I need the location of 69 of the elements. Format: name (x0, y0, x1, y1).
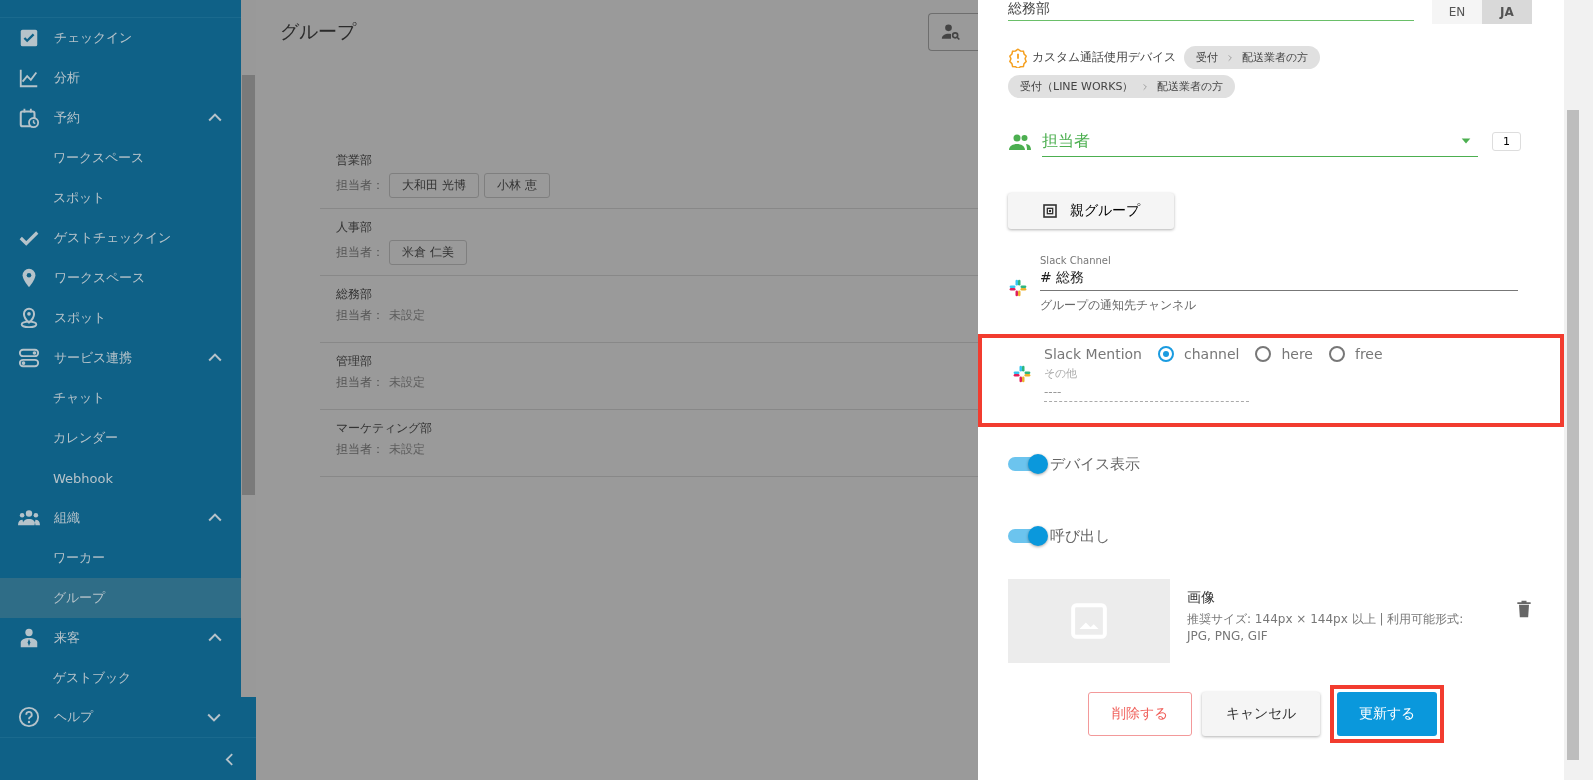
item-label: 来客 (54, 629, 81, 647)
item-label: スポット (54, 309, 107, 327)
cancel-button[interactable]: キャンセル (1202, 692, 1320, 736)
assignee-chip: 小林 恵 (483, 173, 550, 198)
assignee-label: 担当者： (336, 307, 384, 324)
assignee-chip: 大和田 光博 (389, 173, 479, 198)
assignee-label: 担当者： (336, 441, 384, 458)
toggle-label: デバイス表示 (1050, 454, 1140, 474)
language-button[interactable]: EN (1432, 0, 1482, 24)
chip-text: 受付（LINE WORKS） (1020, 79, 1134, 94)
page-title: グループ (280, 19, 356, 44)
select-label: 担当者 (1042, 130, 1090, 152)
group-name: マーケティング部 (336, 420, 432, 437)
sidebar-item[interactable]: ゲストチェックイン (0, 218, 241, 258)
group-name: 総務部 (336, 286, 372, 303)
sidebar-item[interactable]: ワークスペース (0, 138, 241, 178)
sidebar-item[interactable]: 分析 (0, 58, 241, 98)
assignee-select[interactable]: 担当者 (1042, 126, 1478, 157)
item-label: 組織 (54, 509, 81, 527)
item-label: 分析 (54, 69, 81, 87)
sidebar-item[interactable]: ワーカー (0, 538, 241, 578)
sidebar-item[interactable]: カレンダー (0, 418, 241, 458)
field-label: Slack Channel (1040, 255, 1112, 266)
assignee-label: 担当者： (336, 244, 384, 261)
sidebar-item[interactable]: ワークスペース (0, 258, 241, 298)
radio-option[interactable]: here (1255, 346, 1313, 362)
sidebar-item[interactable]: Webhook (0, 458, 241, 498)
group-name: 人事部 (336, 219, 372, 236)
item-label: 予約 (54, 109, 81, 127)
assignee-label: 担当者： (336, 374, 384, 391)
count-badge: 1 (1492, 132, 1521, 151)
sidebar-item[interactable]: スポット (0, 178, 241, 218)
delete-button[interactable]: 削除する (1088, 692, 1192, 736)
mention-label: Slack Mention (1044, 346, 1142, 362)
sidebar-item[interactable]: グループ (0, 578, 241, 618)
sidebar-item[interactable]: ゲストブック (0, 658, 241, 698)
item-label: ヘルプ (54, 708, 95, 726)
field-hint: グループの通知先チャンネル (1040, 297, 1196, 314)
assignee-label: 担当者： (336, 177, 384, 194)
toggle-label: 呼び出し (1050, 526, 1110, 546)
item-label: ワークスペース (54, 269, 146, 287)
item-label: ゲストチェックイン (54, 229, 172, 247)
image-description: 推奨サイズ: 144px × 144px 以上 | 利用可能形式: JPG, PNG, GIF (1187, 611, 1465, 645)
name-field[interactable]: 総務部 (1008, 1, 1414, 21)
sidebar-item[interactable]: サービス連携 (0, 338, 241, 378)
item-label: チェックイン (54, 29, 133, 47)
devices-label: カスタム通話使用デバイス (1032, 49, 1176, 66)
sidebar-item[interactable]: 来客 (0, 618, 241, 658)
sidebar-item[interactable]: ヘルプ (0, 697, 240, 737)
image-title: 画像 (1187, 589, 1216, 607)
sidebar-item[interactable]: チェックイン (0, 18, 241, 58)
other-field[interactable]: ---- (1044, 385, 1249, 402)
assignee-chip: 米倉 仁美 (389, 240, 467, 265)
sidebar-item[interactable]: スポット (0, 298, 241, 338)
parent-group-button[interactable]: 親グループ (1008, 193, 1174, 229)
group-name: 管理部 (336, 353, 372, 370)
sidebar-item[interactable]: 予約 (0, 98, 241, 138)
sidebar-item[interactable]: チャット (0, 378, 241, 418)
sidebar-item[interactable]: 組織 (0, 498, 241, 538)
chip-text: 配送業者の方 (1242, 50, 1308, 65)
chip-text: 配送業者の方 (1157, 79, 1224, 94)
radio-option[interactable]: channel (1158, 346, 1240, 362)
item-label: サービス連携 (54, 349, 133, 367)
chip-text: 受付 (1196, 50, 1218, 65)
field-label: その他 (1044, 366, 1078, 381)
group-name: 営業部 (336, 152, 372, 169)
radio-option[interactable]: free (1328, 346, 1383, 362)
update-button[interactable]: 更新する (1337, 692, 1437, 736)
language-button[interactable]: JA (1482, 0, 1532, 24)
